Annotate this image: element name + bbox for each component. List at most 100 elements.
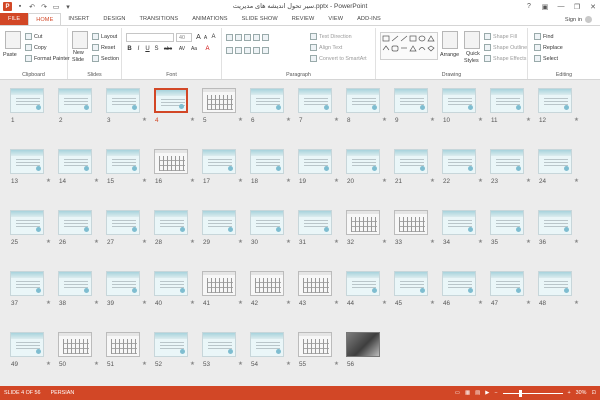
- slide-thumbnail[interactable]: [202, 332, 236, 357]
- italic-button[interactable]: I: [135, 46, 142, 52]
- minimize-icon[interactable]: —: [556, 3, 566, 10]
- transition-star-icon[interactable]: ★: [94, 178, 99, 184]
- powerpoint-icon[interactable]: P: [3, 2, 12, 11]
- transition-star-icon[interactable]: ★: [190, 300, 195, 306]
- transition-star-icon[interactable]: ★: [526, 300, 531, 306]
- slide-sorter[interactable]: 1 2 3 ★ 4 ★ 5 ★ 6 ★ 7 ★ 8 ★ 9 ★ 10 ★ 11 ★ 12 ★ 13 ★ 14 ★ 15 ★ 16 ★ 17 ★…: [0, 80, 600, 386]
- transition-star-icon[interactable]: ★: [94, 361, 99, 367]
- slide-thumbnail[interactable]: [202, 271, 236, 296]
- transition-star-icon[interactable]: ★: [238, 300, 243, 306]
- transition-star-icon[interactable]: ★: [142, 117, 147, 123]
- normal-view-icon[interactable]: ▭: [455, 390, 460, 396]
- slide-thumbnail[interactable]: [346, 271, 380, 296]
- format-painter-button[interactable]: Format Painter: [25, 55, 70, 62]
- slide-thumbnail[interactable]: [202, 88, 236, 113]
- reading-view-icon[interactable]: ▤: [475, 390, 480, 396]
- new-slide-icon[interactable]: [72, 31, 88, 49]
- transition-star-icon[interactable]: ★: [430, 239, 435, 245]
- transition-star-icon[interactable]: ★: [430, 117, 435, 123]
- font-name-input[interactable]: [126, 33, 174, 42]
- transition-star-icon[interactable]: ★: [430, 178, 435, 184]
- slide-thumbnail[interactable]: [10, 149, 44, 174]
- tab-design[interactable]: DESIGN: [96, 13, 132, 25]
- change-case-button[interactable]: Aa: [189, 46, 199, 52]
- transition-star-icon[interactable]: ★: [526, 239, 531, 245]
- select-button[interactable]: Select: [534, 55, 558, 62]
- transition-star-icon[interactable]: ★: [478, 117, 483, 123]
- paragraph-list-buttons[interactable]: [226, 34, 269, 41]
- slide-thumbnail[interactable]: [538, 149, 572, 174]
- underline-button[interactable]: U: [144, 46, 151, 52]
- transition-star-icon[interactable]: ★: [574, 117, 579, 123]
- find-button[interactable]: Find: [534, 33, 554, 40]
- slide-thumbnail[interactable]: [490, 88, 524, 113]
- transition-star-icon[interactable]: ★: [286, 361, 291, 367]
- transition-star-icon[interactable]: ★: [334, 117, 339, 123]
- tab-insert[interactable]: INSERT: [61, 13, 96, 25]
- ribbon-display-options-icon[interactable]: ▣: [540, 3, 550, 11]
- copy-button[interactable]: Copy: [25, 44, 47, 51]
- align-text-button[interactable]: Align Text: [310, 44, 342, 51]
- transition-star-icon[interactable]: ★: [334, 239, 339, 245]
- slide-thumbnail[interactable]: [154, 271, 188, 296]
- slide-thumbnail[interactable]: [106, 332, 140, 357]
- transition-star-icon[interactable]: ★: [286, 300, 291, 306]
- transition-star-icon[interactable]: ★: [46, 239, 51, 245]
- transition-star-icon[interactable]: ★: [382, 178, 387, 184]
- transition-star-icon[interactable]: ★: [478, 239, 483, 245]
- slide-thumbnail[interactable]: [490, 210, 524, 235]
- tab-slide-show[interactable]: SLIDE SHOW: [235, 13, 285, 25]
- sign-in[interactable]: Sign in: [565, 16, 592, 23]
- undo-icon[interactable]: ↶: [28, 3, 36, 11]
- customize-qat-icon[interactable]: ▾: [64, 3, 72, 11]
- close-icon[interactable]: ✕: [588, 3, 598, 11]
- fit-slide-icon[interactable]: ⊡: [591, 390, 596, 396]
- shape-outline-button[interactable]: Shape Outline: [484, 44, 527, 51]
- replace-button[interactable]: Replace: [534, 44, 563, 51]
- slide-thumbnail[interactable]: [538, 88, 572, 113]
- slide-thumbnail[interactable]: [58, 271, 92, 296]
- transition-star-icon[interactable]: ★: [574, 239, 579, 245]
- cut-button[interactable]: Cut: [25, 33, 42, 40]
- arrange-icon[interactable]: [442, 31, 458, 49]
- transition-star-icon[interactable]: ★: [238, 239, 243, 245]
- slide-thumbnail[interactable]: [394, 88, 428, 113]
- new-slide-button[interactable]: New: [73, 50, 84, 56]
- transition-star-icon[interactable]: ★: [382, 117, 387, 123]
- transition-star-icon[interactable]: ★: [526, 117, 531, 123]
- slide-thumbnail[interactable]: [442, 271, 476, 296]
- shapes-gallery[interactable]: [380, 32, 438, 60]
- slide-thumbnail[interactable]: [10, 332, 44, 357]
- slide-thumbnail[interactable]: [58, 332, 92, 357]
- slide-thumbnail[interactable]: [298, 149, 332, 174]
- slide-thumbnail[interactable]: [394, 271, 428, 296]
- slide-thumbnail[interactable]: [250, 332, 284, 357]
- transition-star-icon[interactable]: ★: [190, 178, 195, 184]
- slide-thumbnail[interactable]: [538, 271, 572, 296]
- tab-add-ins[interactable]: ADD-INS: [350, 13, 388, 25]
- slide-thumbnail[interactable]: [490, 149, 524, 174]
- transition-star-icon[interactable]: ★: [46, 361, 51, 367]
- slide-thumbnail[interactable]: [10, 88, 44, 113]
- zoom-out-button[interactable]: −: [494, 390, 497, 396]
- transition-star-icon[interactable]: ★: [334, 178, 339, 184]
- slide-thumbnail[interactable]: [106, 271, 140, 296]
- clear-formatting-button[interactable]: A: [210, 34, 217, 40]
- slide-show-icon[interactable]: ▶: [485, 390, 489, 396]
- text-shadow-button[interactable]: S: [153, 46, 160, 52]
- zoom-slider[interactable]: [502, 389, 563, 397]
- tab-transitions[interactable]: TRANSITIONS: [132, 13, 185, 25]
- strikethrough-button[interactable]: abc: [162, 46, 174, 52]
- transition-star-icon[interactable]: ★: [382, 300, 387, 306]
- tab-file[interactable]: FILE: [0, 13, 29, 25]
- transition-star-icon[interactable]: ★: [526, 178, 531, 184]
- slide-thumbnail[interactable]: [346, 332, 380, 357]
- slide-thumbnail[interactable]: [442, 149, 476, 174]
- slide-thumbnail[interactable]: [394, 210, 428, 235]
- transition-star-icon[interactable]: ★: [94, 239, 99, 245]
- transition-star-icon[interactable]: ★: [478, 178, 483, 184]
- grow-font-button[interactable]: A: [195, 34, 202, 41]
- transition-star-icon[interactable]: ★: [142, 178, 147, 184]
- slide-thumbnail[interactable]: [154, 210, 188, 235]
- slide-thumbnail[interactable]: [394, 149, 428, 174]
